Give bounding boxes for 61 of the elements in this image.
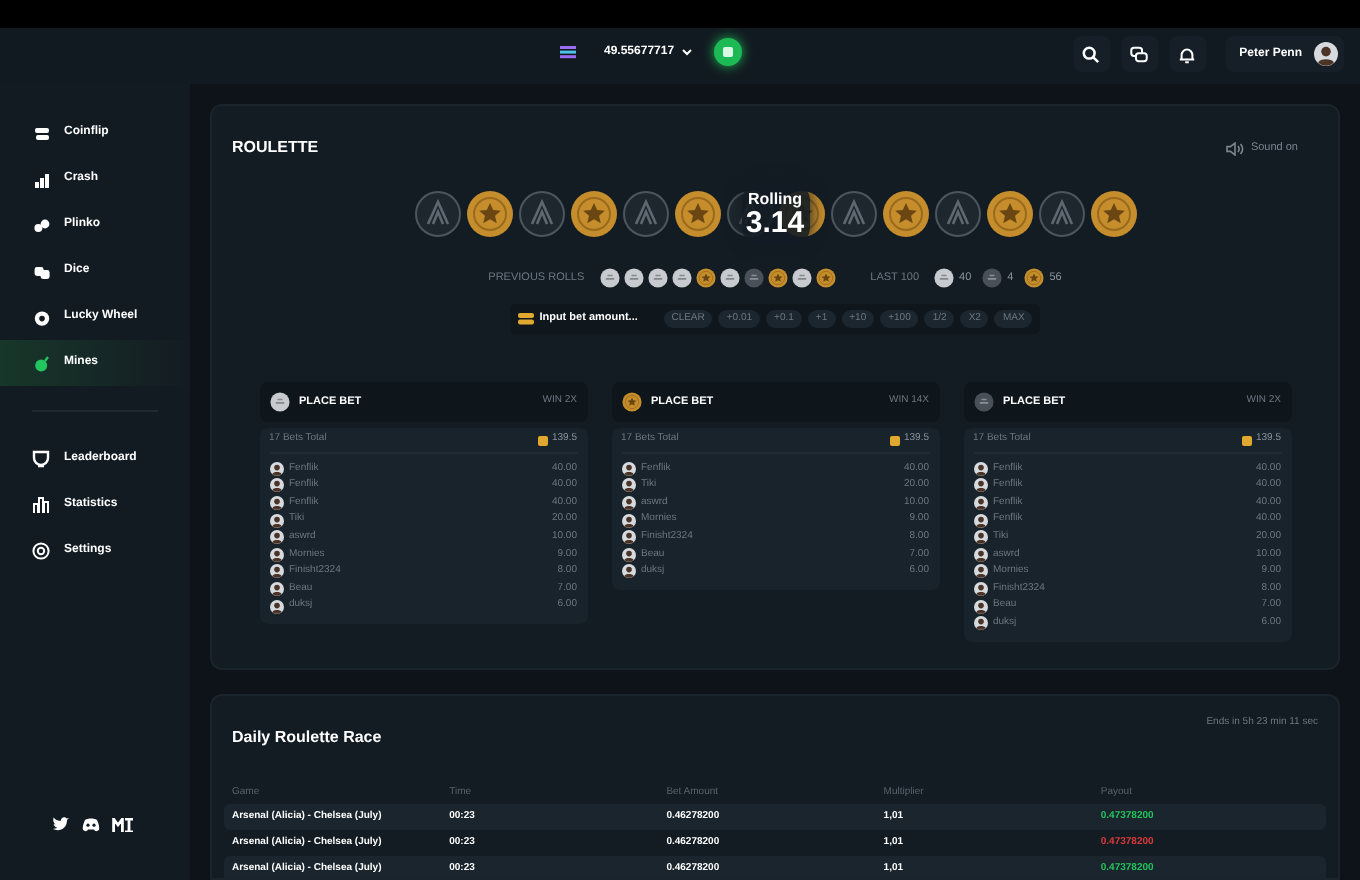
balls-icon (34, 217, 50, 233)
bet-coin-icon (621, 392, 641, 412)
star-coin-icon (985, 190, 1033, 238)
roll-coin-icon (1023, 268, 1044, 288)
chevron-coin-icon (413, 190, 461, 238)
coin-icon (1241, 435, 1252, 445)
bet-coin-icon (973, 392, 993, 412)
coin-icon (889, 435, 900, 445)
wallet-icon (722, 46, 735, 58)
coin-stack-icon (560, 44, 576, 60)
bell-icon (1178, 45, 1197, 63)
chat-icon (1130, 45, 1149, 63)
panel-title: ROULETTE (232, 136, 319, 160)
chat-button[interactable] (1121, 36, 1158, 72)
roll-coin-icon (933, 268, 954, 288)
m-logo-icon[interactable] (112, 817, 134, 831)
star-coin-icon (673, 190, 721, 238)
roll-coin-icon (720, 268, 741, 288)
star-coin-icon (1089, 190, 1137, 238)
roll-coin-icon (981, 268, 1002, 288)
dice-icon (34, 263, 50, 279)
bet-coin-icon (269, 392, 289, 412)
roll-coin-icon (624, 268, 645, 288)
avatar-icon (269, 599, 283, 614)
chevron-coin-icon (829, 190, 877, 238)
race-title: Daily Roulette Race (232, 726, 382, 750)
roll-coin-icon (672, 268, 693, 288)
wheel-icon (34, 309, 50, 325)
rolling-label: Rolling (747, 191, 803, 207)
trophy-icon (32, 450, 50, 468)
star-coin-icon (881, 190, 929, 238)
roll-coin-icon (768, 268, 789, 288)
chevron-coin-icon (621, 190, 669, 238)
roll-coin-icon (816, 268, 837, 288)
coin-stack-icon (517, 312, 534, 326)
star-coin-icon (465, 190, 513, 238)
chevron-coin-icon (933, 190, 981, 238)
search-icon (1082, 45, 1101, 63)
bird-icon[interactable] (52, 816, 70, 832)
roll-coin-icon (648, 268, 669, 288)
coins-icon (34, 125, 50, 141)
chevron-coin-icon (517, 190, 565, 238)
roll-coin-icon (744, 268, 765, 288)
notifications-button[interactable] (1169, 36, 1206, 72)
game-controller-icon[interactable] (82, 817, 100, 831)
caret-icon[interactable] (682, 48, 693, 56)
settings-icon (32, 542, 50, 560)
bar-chart-icon (32, 496, 50, 514)
roll-coin-icon (696, 268, 717, 288)
bomb-icon (34, 355, 50, 371)
wallet-button[interactable] (714, 38, 743, 66)
roll-coin-icon (600, 268, 621, 288)
chevron-coin-icon (1037, 190, 1085, 238)
coin-icon (537, 435, 548, 445)
bar-chart-icon (34, 171, 50, 187)
speaker-icon (1226, 141, 1245, 155)
rolling-value: 3.14 (745, 207, 805, 237)
search-button[interactable] (1073, 36, 1110, 72)
roll-coin-icon (792, 268, 813, 288)
star-coin-icon (569, 190, 617, 238)
avatar-icon (1314, 42, 1338, 66)
